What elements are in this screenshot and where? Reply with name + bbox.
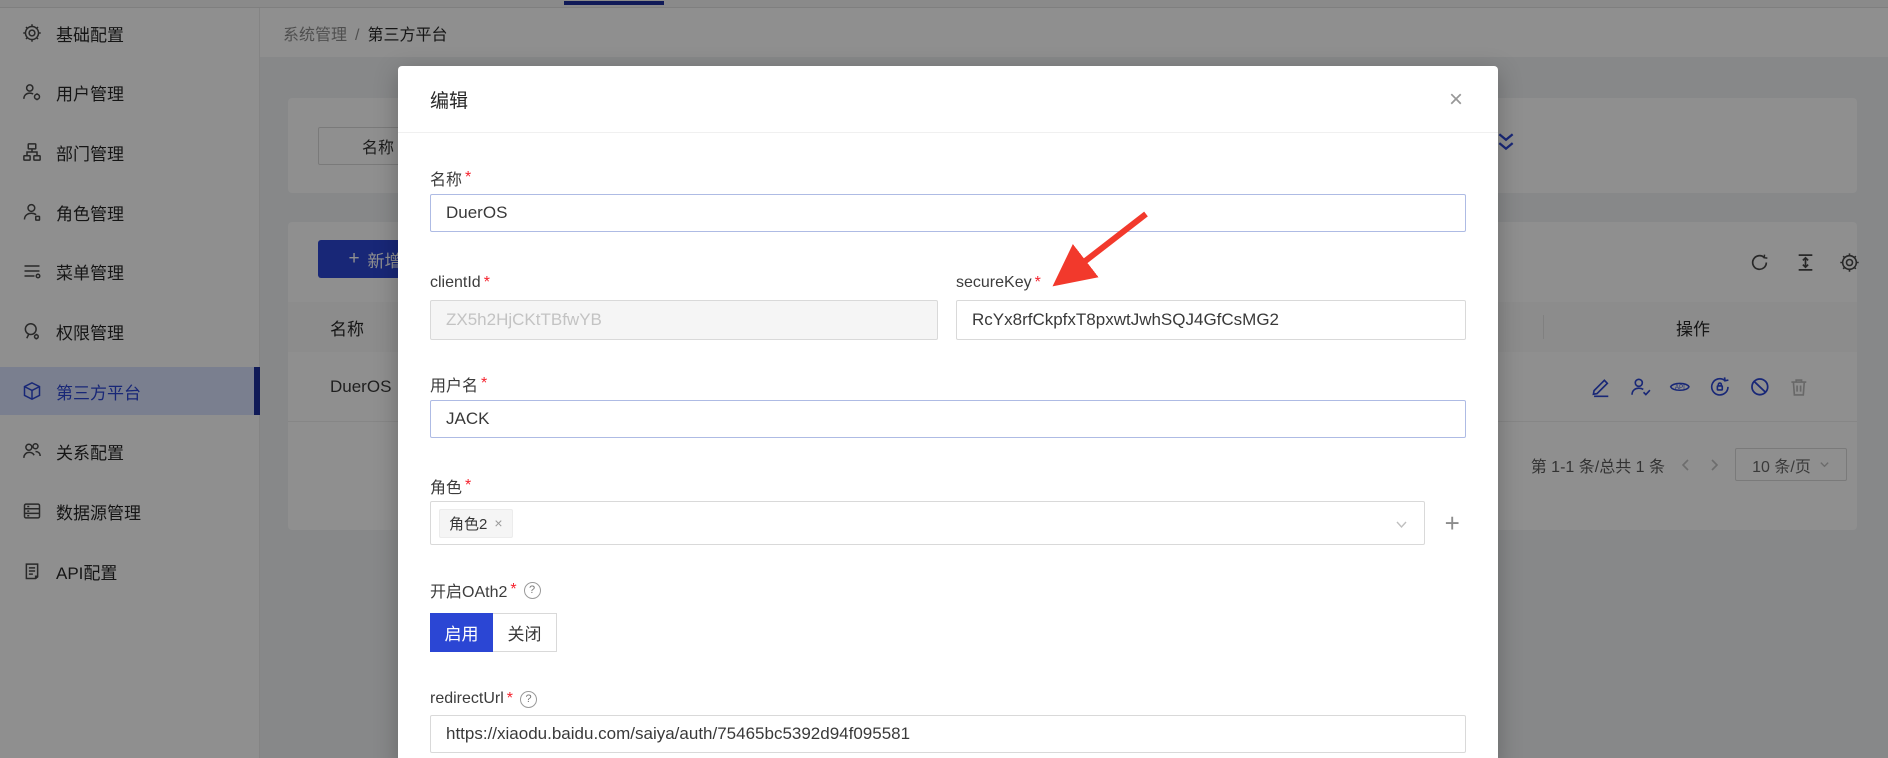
field-clientid-label: clientId* [430,272,938,294]
required-asterisk: * [507,690,513,708]
field-redirecturl-label: redirectUrl* ? [430,688,1466,710]
redirecturl-input[interactable] [430,715,1466,753]
field-name-label: 名称* [430,167,1466,189]
field-oauth2-label: 开启OAth2* ? [430,579,1466,601]
securekey-input[interactable] [956,300,1466,340]
name-input[interactable] [430,194,1466,232]
username-input[interactable] [430,400,1466,438]
field-role: 角色* 角色2 × + [430,475,1466,545]
label-text: 名称 [430,166,462,190]
required-asterisk: * [481,375,487,393]
oauth2-toggle: 启用 关闭 [430,613,557,652]
help-circle-icon[interactable]: ? [524,582,541,599]
field-securekey-label: secureKey* [956,272,1466,294]
oauth2-enable-button[interactable]: 启用 [430,613,493,652]
field-name: 名称* [430,167,1466,232]
help-circle-icon[interactable]: ? [520,691,537,708]
add-role-icon[interactable]: + [1438,509,1466,537]
modal-header: 编辑 × [398,66,1498,133]
label-text: 用户名 [430,372,478,396]
required-asterisk: * [484,274,490,292]
label-text: redirectUrl [430,690,504,708]
modal-title: 编辑 [430,86,468,113]
label-text: secureKey [956,274,1032,292]
chevron-down-icon [1395,518,1408,531]
label-text: 开启OAth2 [430,578,507,602]
field-username: 用户名* [430,373,1466,438]
label-text: clientId [430,274,481,292]
tag-close-icon[interactable]: × [494,515,502,531]
modal-body: 名称* clientId* secureKey* [398,167,1498,753]
field-row-client: clientId* secureKey* [430,272,1466,340]
field-role-label: 角色* [430,475,1466,497]
role-tag: 角色2 × [439,509,513,538]
oauth2-disable-button[interactable]: 关闭 [493,613,557,652]
required-asterisk: * [465,477,471,495]
role-select[interactable]: 角色2 × [430,501,1425,545]
required-asterisk: * [1035,274,1041,292]
edit-modal: 编辑 × 名称* clientId* secureKey* [398,66,1498,758]
role-row: 角色2 × + [430,501,1466,545]
field-oauth2: 开启OAth2* ? 启用 关闭 [430,579,1466,652]
field-username-label: 用户名* [430,373,1466,395]
close-icon[interactable]: × [1440,84,1472,116]
app-root: 基础配置 用户管理 部门管理 角色管理 菜单管理 权限管理 [0,0,1888,758]
required-asterisk: * [465,169,471,187]
clientid-input [430,300,938,340]
role-tag-label: 角色2 [449,513,487,534]
field-securekey: secureKey* [956,272,1466,340]
field-clientid: clientId* [430,272,938,340]
field-redirecturl: redirectUrl* ? [430,688,1466,753]
required-asterisk: * [510,581,516,599]
label-text: 角色 [430,474,462,498]
